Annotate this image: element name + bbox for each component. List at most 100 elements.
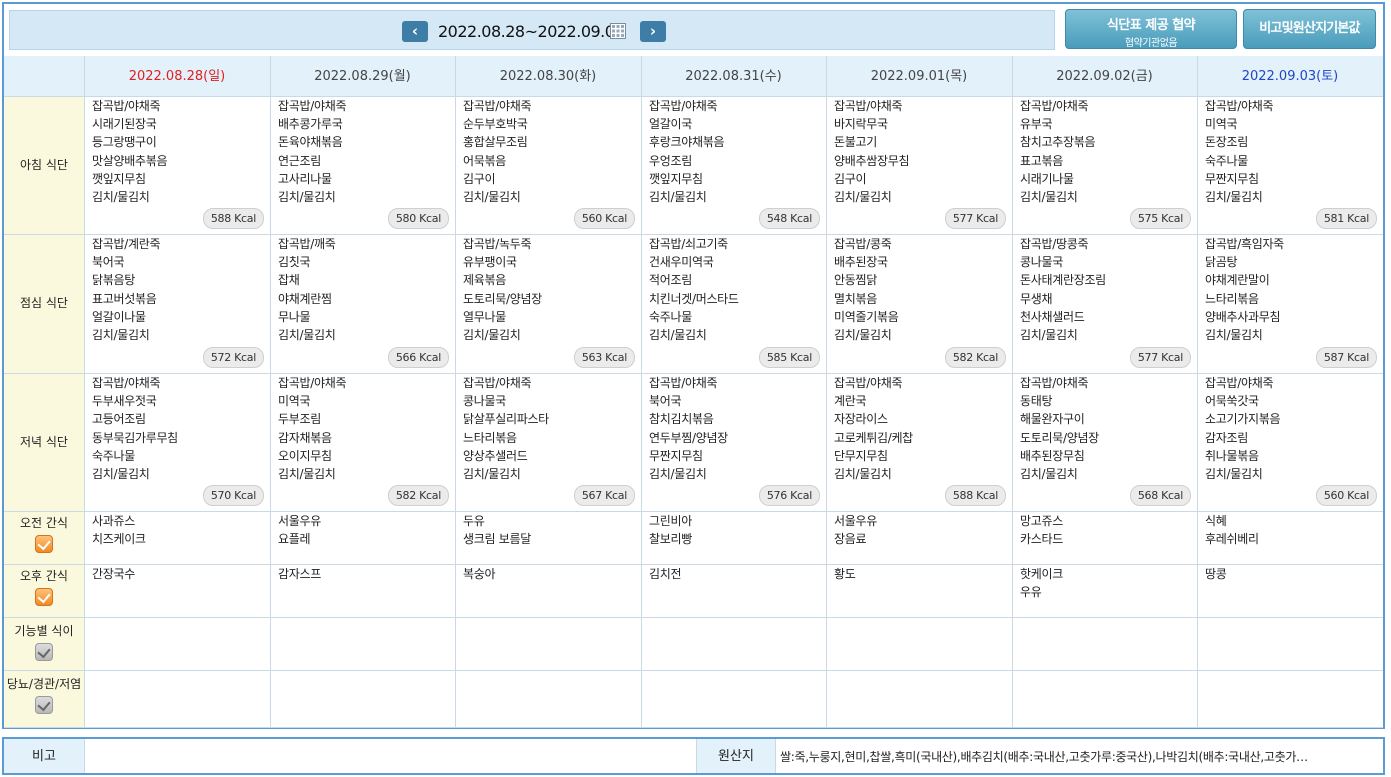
menu-item: 닭살푸실리파스타 xyxy=(463,412,549,427)
next-week-button[interactable]: › xyxy=(640,21,666,42)
menu-item: 배추콩가루국 xyxy=(278,117,343,132)
menu-item: 어묵볶음 xyxy=(463,153,506,168)
menu-cell[interactable]: 잡곡밥/깨죽 김칫국 잡채 야채계란찜 무나물 김치/물김치 566 Kcal xyxy=(270,234,455,373)
menu-cell[interactable] xyxy=(270,670,455,727)
remark-label: 비고 xyxy=(4,739,84,773)
menu-cell[interactable] xyxy=(1012,617,1197,670)
menu-cell[interactable] xyxy=(641,617,826,670)
snack-item: 핫케이크 xyxy=(1020,567,1063,581)
menu-cell[interactable]: 핫케이크 우유 xyxy=(1012,564,1197,617)
menu-cell[interactable] xyxy=(641,670,826,727)
menu-cell[interactable] xyxy=(1012,670,1197,727)
menu-cell[interactable]: 그린비아 찰보리빵 xyxy=(641,511,826,564)
menu-item: 김치/물김치 xyxy=(1020,328,1078,343)
meal-plan-agreement-button[interactable]: 식단표 제공 협약 협약기관없음 xyxy=(1065,9,1237,49)
snack-item: 그린비아 xyxy=(649,514,692,528)
menu-cell[interactable]: 잡곡밥/땅콩죽 콩나물국 돈사태계란장조림 무생채 천사채샐러드 김치/물김치 577 Kc… xyxy=(1012,234,1197,373)
row-checkbox[interactable] xyxy=(35,535,53,553)
menu-item: 돈사태계란장조림 xyxy=(1020,273,1106,288)
menu-item: 느타리볶음 xyxy=(463,430,517,445)
grid-line-h xyxy=(4,373,1383,374)
menu-cell[interactable] xyxy=(270,617,455,670)
row-checkbox[interactable] xyxy=(35,696,53,714)
menu-item: 잡곡밥/야채죽 xyxy=(1020,376,1089,390)
menu-cell[interactable]: 잡곡밥/콩죽 배추된장국 안동찜닭 멸치볶음 미역줄기볶음 김치/물김치 582 Kcal xyxy=(826,234,1012,373)
snack-item: 치즈케이크 xyxy=(92,532,146,547)
kcal-badge: 587 Kcal xyxy=(1315,347,1377,368)
menu-cell[interactable]: 잡곡밥/야채죽 배추콩가루국 돈육야채볶음 연근조림 고사리나물 김치/물김치 580 Kc… xyxy=(270,96,455,234)
menu-cell[interactable] xyxy=(455,670,641,727)
menu-item: 김치/물김치 xyxy=(834,190,892,205)
menu-item: 김치/물김치 xyxy=(834,328,892,343)
menu-cell[interactable]: 사과쥬스 치즈케이크 xyxy=(84,511,270,564)
kcal-badge: 582 Kcal xyxy=(387,485,449,506)
menu-cell[interactable]: 잡곡밥/쇠고기죽 건새우미역국 적어조림 치킨너겟/머스타드 숙주나물 김치/물김치 585… xyxy=(641,234,826,373)
menu-cell[interactable]: 잡곡밥/야채죽 어묵쑥갓국 소고기가지볶음 감자조림 취나물볶음 김치/물김치 560 Kc… xyxy=(1197,373,1383,511)
row-label: 점심 식단 xyxy=(4,234,84,373)
remarks-origin-default-button[interactable]: 비고및원산지기본값 xyxy=(1243,9,1376,49)
menu-cell[interactable]: 망고쥬스 카스타드 xyxy=(1012,511,1197,564)
chevron-right-icon: › xyxy=(649,22,657,40)
menu-cell[interactable]: 두유 생크림 보름달 xyxy=(455,511,641,564)
grid-line-v xyxy=(826,56,827,727)
menu-item: 김구이 xyxy=(463,171,496,186)
menu-cell[interactable]: 간장국수 xyxy=(84,564,270,617)
remark-field[interactable] xyxy=(84,739,697,773)
menu-cell[interactable]: 땅콩 xyxy=(1197,564,1383,617)
menu-cell[interactable]: 황도 xyxy=(826,564,1012,617)
menu-item: 무짠지무침 xyxy=(649,448,703,463)
prev-week-button[interactable]: ‹ xyxy=(402,21,428,42)
snack-item: 후레쉬베리 xyxy=(1205,532,1259,547)
row-label: 기능별 식이 xyxy=(4,617,84,670)
menu-item: 얼갈이나물 xyxy=(92,309,146,324)
menu-item: 양배추사과무침 xyxy=(1205,309,1281,324)
menu-cell[interactable] xyxy=(826,670,1012,727)
row-label-text: 저녁 식단 xyxy=(20,435,68,449)
menu-cell[interactable]: 김치전 xyxy=(641,564,826,617)
menu-cell[interactable] xyxy=(455,617,641,670)
menu-cell[interactable]: 잡곡밥/야채죽 동태탕 해물완자구이 도토리묵/양념장 배추된장무침 김치/물김치 568 … xyxy=(1012,373,1197,511)
menu-cell[interactable]: 잡곡밥/야채죽 미역국 두부조림 감자채볶음 오이지무침 김치/물김치 582 Kcal xyxy=(270,373,455,511)
menu-cell[interactable]: 잡곡밥/녹두죽 유부팽이국 제육볶음 도토리묵/양념장 열무나물 김치/물김치 563 Kc… xyxy=(455,234,641,373)
menu-cell[interactable]: 잡곡밥/야채죽 북어국 참치김치볶음 연두부찜/양념장 무짠지무침 김치/물김치 576 K… xyxy=(641,373,826,511)
menu-item: 열무나물 xyxy=(463,309,506,324)
menu-item: 콩나물국 xyxy=(463,394,506,409)
row-checkbox[interactable] xyxy=(35,588,53,606)
menu-item: 느타리볶음 xyxy=(1205,291,1259,306)
menu-cell[interactable]: 식혜 후레쉬베리 xyxy=(1197,511,1383,564)
row-checkbox[interactable] xyxy=(35,643,53,661)
calendar-icon[interactable] xyxy=(610,23,626,39)
menu-cell[interactable]: 잡곡밥/야채죽 콩나물국 닭살푸실리파스타 느타리볶음 양상추샐러드 김치/물김치 567 … xyxy=(455,373,641,511)
menu-item: 미역줄기볶음 xyxy=(834,309,899,324)
menu-cell[interactable] xyxy=(84,670,270,727)
menu-cell[interactable] xyxy=(1197,617,1383,670)
menu-cell[interactable]: 서울우유 요플레 xyxy=(270,511,455,564)
menu-cell[interactable]: 잡곡밥/야채죽 미역국 돈장조림 숙주나물 무짠지무침 김치/물김치 581 Kcal xyxy=(1197,96,1383,234)
menu-cell[interactable]: 복숭아 xyxy=(455,564,641,617)
snack-item: 황도 xyxy=(834,567,856,581)
kcal-badge: 582 Kcal xyxy=(944,347,1006,368)
origin-field[interactable]: 쌀:죽,누룽지,현미,찹쌀,흑미(국내산),배추김치(배추:국내산,고춧가루:중… xyxy=(780,739,1380,773)
menu-cell[interactable]: 잡곡밥/야채죽 얼갈이국 후랑크야채볶음 우엉조림 깻잎지무침 김치/물김치 548 Kca… xyxy=(641,96,826,234)
menu-cell[interactable]: 잡곡밥/야채죽 순두부호박국 홍합살무조림 어묵볶음 김구이 김치/물김치 560 Kcal xyxy=(455,96,641,234)
menu-cell[interactable]: 잡곡밥/야채죽 계란국 자장라이스 고로케튀김/케찹 단무지무침 김치/물김치 588 Kc… xyxy=(826,373,1012,511)
menu-cell[interactable]: 감자스프 xyxy=(270,564,455,617)
menu-cell[interactable]: 잡곡밥/야채죽 바지락무국 돈불고기 양배추쌈장무침 김구이 김치/물김치 577 Kcal xyxy=(826,96,1012,234)
menu-item: 잡곡밥/흑임자죽 xyxy=(1205,237,1284,251)
menu-cell[interactable]: 잡곡밥/계란죽 북어국 닭볶음탕 표고버섯볶음 얼갈이나물 김치/물김치 572 Kcal xyxy=(84,234,270,373)
menu-cell[interactable] xyxy=(1197,670,1383,727)
menu-item: 두부새우젓국 xyxy=(92,394,157,409)
menu-item: 잡곡밥/야채죽 xyxy=(834,376,903,390)
menu-cell[interactable]: 잡곡밥/야채죽 유부국 참치고추장볶음 표고볶음 시래기나물 김치/물김치 575 Kcal xyxy=(1012,96,1197,234)
menu-cell[interactable] xyxy=(826,617,1012,670)
menu-cell[interactable]: 서울우유 장음료 xyxy=(826,511,1012,564)
grid-line-v xyxy=(1197,56,1198,727)
menu-cell[interactable]: 잡곡밥/야채죽 시래기된장국 등그랑땡구이 맛살양배추볶음 깻잎지무침 김치/물김치 588… xyxy=(84,96,270,234)
kcal-badge: 567 Kcal xyxy=(573,485,635,506)
menu-cell[interactable] xyxy=(84,617,270,670)
menu-item: 고등어조림 xyxy=(92,412,146,427)
menu-item: 맛살양배추볶음 xyxy=(92,153,168,168)
menu-cell[interactable]: 잡곡밥/흑임자죽 닭곰탕 야채계란말이 느타리볶음 양배추사과무침 김치/물김치 587 K… xyxy=(1197,234,1383,373)
menu-item: 유부국 xyxy=(1020,117,1053,132)
menu-cell[interactable]: 잡곡밥/야채죽 두부새우젓국 고등어조림 동부묵김가루무침 숙주나물 김치/물김치 570 … xyxy=(84,373,270,511)
